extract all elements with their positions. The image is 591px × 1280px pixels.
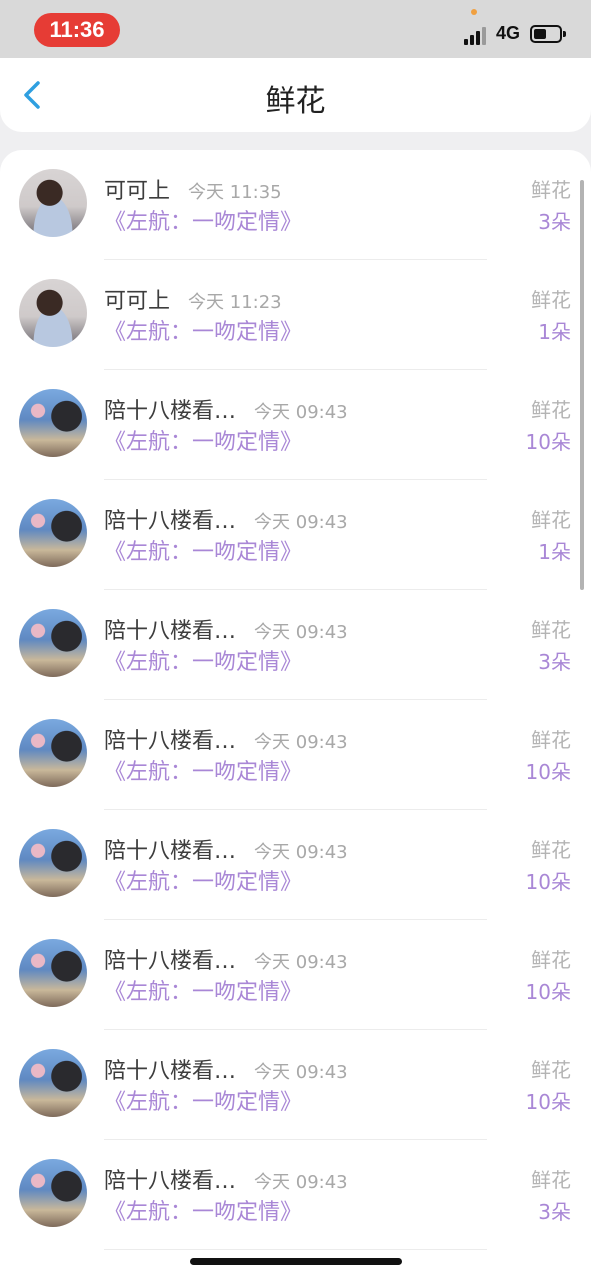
gift-type: 鲜花: [531, 178, 571, 202]
sender-name: 陪十八楼看…: [104, 729, 237, 754]
home-indicator[interactable]: [190, 1258, 402, 1265]
gift-count: 10朵: [525, 980, 571, 1004]
gift-type: 鲜花: [531, 728, 571, 752]
list-item[interactable]: 陪十八楼看… 今天 09:43 《左航：一吻定情》 鲜花 10朵: [0, 370, 591, 480]
list-item[interactable]: 陪十八楼看… 今天 09:43 《左航：一吻定情》 鲜花 10朵: [0, 920, 591, 1030]
avatar[interactable]: [19, 279, 87, 347]
book-title[interactable]: 《左航：一吻定情》: [104, 204, 302, 236]
sender-name: 陪十八楼看…: [104, 399, 237, 424]
name-line: 陪十八楼看… 今天 09:43: [104, 833, 348, 864]
name-line: 陪十八楼看… 今天 09:43: [104, 1053, 348, 1084]
gift-count: 3朵: [538, 650, 571, 674]
book-title[interactable]: 《左航：一吻定情》: [104, 754, 302, 786]
list-item[interactable]: 陪十八楼看… 今天 09:43 《左航：一吻定情》 鲜花 3朵: [0, 1140, 591, 1250]
avatar[interactable]: [19, 829, 87, 897]
gift-type: 鲜花: [531, 618, 571, 642]
privacy-indicator-dot: [471, 9, 477, 15]
name-line: 陪十八楼看… 今天 09:43: [104, 503, 348, 534]
timestamp: 今天 09:43: [254, 952, 348, 973]
gift-count: 10朵: [525, 760, 571, 784]
avatar[interactable]: [19, 1049, 87, 1117]
book-title[interactable]: 《左航：一吻定情》: [104, 314, 302, 346]
list-item[interactable]: 陪十八楼看… 今天 09:43 《左航：一吻定情》 鲜花 3朵: [0, 590, 591, 700]
gift-count: 3朵: [538, 210, 571, 234]
divider: [104, 1249, 487, 1250]
sender-name: 陪十八楼看…: [104, 949, 237, 974]
nav-header: 鲜花: [0, 58, 591, 132]
gift-type: 鲜花: [531, 948, 571, 972]
name-line: 陪十八楼看… 今天 09:43: [104, 393, 348, 424]
avatar[interactable]: [19, 609, 87, 677]
gift-type: 鲜花: [531, 838, 571, 862]
list-item[interactable]: 可可上 今天 11:35 《左航：一吻定情》 鲜花 3朵: [0, 150, 591, 260]
sender-name: 陪十八楼看…: [104, 619, 237, 644]
list-item[interactable]: 可可上 今天 11:23 《左航：一吻定情》 鲜花 1朵: [0, 260, 591, 370]
book-title[interactable]: 《左航：一吻定情》: [104, 974, 302, 1006]
timestamp: 今天 09:43: [254, 512, 348, 533]
sender-name: 可可上: [104, 179, 171, 204]
list-item[interactable]: 陪十八楼看… 今天 09:43 《左航：一吻定情》 鲜花 10朵: [0, 700, 591, 810]
timestamp: 今天 11:35: [188, 182, 282, 203]
book-title[interactable]: 《左航：一吻定情》: [104, 1084, 302, 1116]
signal-icon: [464, 25, 490, 45]
name-line: 陪十八楼看… 今天 09:43: [104, 613, 348, 644]
sender-name: 可可上: [104, 289, 171, 314]
sender-name: 陪十八楼看…: [104, 839, 237, 864]
list-item[interactable]: 陪十八楼看… 今天 09:43 《左航：一吻定情》 鲜花 10朵: [0, 1030, 591, 1140]
gift-count: 10朵: [525, 430, 571, 454]
timestamp: 今天 09:43: [254, 732, 348, 753]
timestamp: 今天 09:43: [254, 1062, 348, 1083]
gift-type: 鲜花: [531, 1168, 571, 1192]
page-title: 鲜花: [265, 84, 326, 119]
sender-name: 陪十八楼看…: [104, 509, 237, 534]
book-title[interactable]: 《左航：一吻定情》: [104, 534, 302, 566]
avatar[interactable]: [19, 499, 87, 567]
gift-count: 10朵: [525, 870, 571, 894]
sender-name: 陪十八楼看…: [104, 1059, 237, 1084]
list-item[interactable]: 陪十八楼看… 今天 09:43 《左航：一吻定情》 鲜花 10朵: [0, 810, 591, 920]
name-line: 可可上 今天 11:23: [104, 283, 282, 314]
sender-name: 陪十八楼看…: [104, 1169, 237, 1194]
avatar[interactable]: [19, 719, 87, 787]
book-title[interactable]: 《左航：一吻定情》: [104, 1194, 302, 1226]
avatar[interactable]: [19, 1159, 87, 1227]
gift-count: 10朵: [525, 1090, 571, 1114]
name-line: 可可上 今天 11:35: [104, 173, 282, 204]
timestamp: 今天 09:43: [254, 1172, 348, 1193]
book-title[interactable]: 《左航：一吻定情》: [104, 864, 302, 896]
timestamp: 今天 09:43: [254, 402, 348, 423]
avatar[interactable]: [19, 939, 87, 1007]
timestamp: 今天 11:23: [188, 292, 282, 313]
book-title[interactable]: 《左航：一吻定情》: [104, 644, 302, 676]
gift-count: 1朵: [538, 320, 571, 344]
gift-type: 鲜花: [531, 508, 571, 532]
timestamp: 今天 09:43: [254, 622, 348, 643]
status-bar: 11:36 4G: [0, 0, 591, 58]
network-label: 4G: [496, 23, 521, 43]
status-time[interactable]: 11:36: [34, 13, 120, 47]
gift-count: 3朵: [538, 1200, 571, 1224]
avatar[interactable]: [19, 169, 87, 237]
list-item[interactable]: 陪十八楼看… 今天 09:43 《左航：一吻定情》 鲜花 1朵: [0, 480, 591, 590]
timestamp: 今天 09:43: [254, 842, 348, 863]
name-line: 陪十八楼看… 今天 09:43: [104, 943, 348, 974]
gift-type: 鲜花: [531, 288, 571, 312]
name-line: 陪十八楼看… 今天 09:43: [104, 1163, 348, 1194]
flower-gift-list[interactable]: 可可上 今天 11:35 《左航：一吻定情》 鲜花 3朵 可可上 今天 11:23 《左航：一…: [0, 150, 591, 1280]
battery-icon: [530, 25, 566, 43]
avatar[interactable]: [19, 389, 87, 457]
gift-count: 1朵: [538, 540, 571, 564]
gift-type: 鲜花: [531, 1058, 571, 1082]
scrollbar[interactable]: [580, 180, 584, 590]
gift-type: 鲜花: [531, 398, 571, 422]
name-line: 陪十八楼看… 今天 09:43: [104, 723, 348, 754]
book-title[interactable]: 《左航：一吻定情》: [104, 424, 302, 456]
